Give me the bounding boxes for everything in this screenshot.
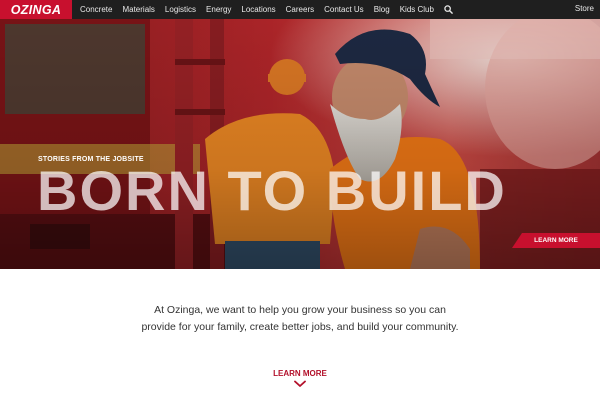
nav-item-logistics[interactable]: Logistics — [165, 5, 196, 14]
hero-banner: STORIES FROM THE JOBSITE BORN TO BUILD L… — [0, 19, 600, 269]
search-icon[interactable] — [444, 5, 454, 15]
nav-item-blog[interactable]: Blog — [374, 5, 390, 14]
logo-text: OZINGA — [10, 2, 62, 17]
hero-photo — [0, 19, 600, 269]
chevron-down-icon[interactable] — [293, 380, 307, 388]
store-link[interactable]: Store — [575, 4, 594, 13]
top-nav: OZINGA Concrete Materials Logistics Ener… — [0, 0, 600, 19]
learn-more-link[interactable]: LEARN MORE — [0, 369, 600, 378]
main-menu: Concrete Materials Logistics Energy Loca… — [80, 5, 454, 15]
nav-item-energy[interactable]: Energy — [206, 5, 231, 14]
nav-item-contact-us[interactable]: Contact Us — [324, 5, 364, 14]
intro-paragraph: At Ozinga, we want to help you grow your… — [141, 304, 459, 333]
nav-item-kids-club[interactable]: Kids Club — [400, 5, 434, 14]
nav-item-concrete[interactable]: Concrete — [80, 5, 112, 14]
ozinga-logo[interactable]: OZINGA — [0, 0, 72, 19]
nav-item-materials[interactable]: Materials — [122, 5, 154, 14]
nav-item-careers[interactable]: Careers — [286, 5, 314, 14]
hero-learn-more-button[interactable]: LEARN MORE — [512, 233, 600, 248]
nav-item-locations[interactable]: Locations — [241, 5, 275, 14]
hero-headline: BORN TO BUILD — [37, 159, 507, 222]
